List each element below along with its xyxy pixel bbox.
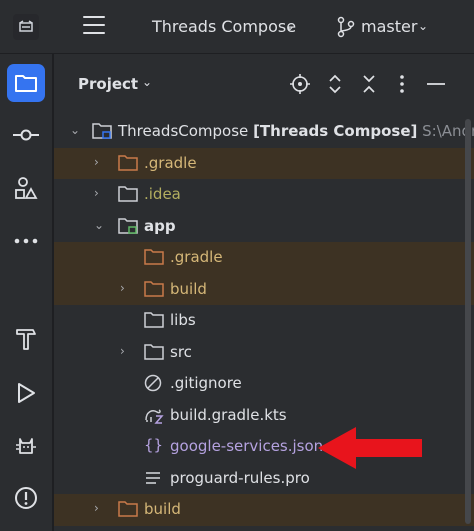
excluded-folder-icon [118, 154, 138, 171]
excluded-folder-icon [144, 280, 164, 297]
android-studio-logo-icon[interactable] [13, 14, 39, 40]
tree-row-gradle[interactable]: › .gradle [54, 147, 474, 179]
module-folder-icon [118, 217, 138, 234]
structure-shapes-icon[interactable] [7, 169, 45, 207]
tree-row-app[interactable]: ⌄ app [54, 211, 474, 243]
tree-row-libs[interactable]: libs [54, 305, 474, 337]
branch-selector[interactable]: master [361, 17, 417, 36]
chevron-right-icon[interactable]: › [94, 155, 108, 171]
expand-all-icon[interactable] [324, 73, 346, 95]
folder-label: .gradle [170, 248, 223, 266]
run-icon[interactable] [7, 374, 45, 412]
tree-row-src[interactable]: › src [54, 337, 474, 369]
locate-file-icon[interactable] [289, 73, 311, 95]
main-menu-icon[interactable] [83, 16, 105, 36]
panel-title[interactable]: Project [78, 75, 138, 93]
project-folder-icon[interactable] [7, 64, 45, 102]
project-selector[interactable]: Threads Compose [152, 17, 296, 36]
json-file-icon: {} [144, 436, 164, 454]
excluded-folder-icon [144, 249, 164, 265]
module-folder-icon [92, 123, 112, 139]
excluded-folder-icon [118, 501, 138, 517]
chevron-right-icon[interactable]: › [94, 501, 108, 517]
folder-label: build [170, 279, 207, 298]
chevron-down-icon[interactable]: ⌄ [418, 19, 428, 33]
problems-icon[interactable] [7, 479, 45, 517]
file-label: build.gradle.kts [170, 405, 287, 424]
chevron-down-icon[interactable]: ⌄ [142, 75, 152, 89]
folder-label: .gradle [144, 153, 197, 172]
build-hammer-icon[interactable] [7, 320, 45, 358]
tree-row-idea[interactable]: › .idea [54, 179, 474, 211]
tool-window-sidebar [0, 54, 53, 531]
tree-row-gitignore[interactable]: .gitignore [54, 368, 474, 400]
minimize-icon[interactable] [425, 73, 447, 95]
tree-row-app-build[interactable]: › build [54, 273, 474, 305]
collapse-all-icon[interactable] [358, 73, 380, 95]
ignore-file-icon [144, 374, 162, 392]
chevron-down-icon[interactable]: ⌄ [285, 19, 295, 33]
top-toolbar: Threads Compose ⌄ master ⌄ [0, 0, 474, 54]
tree-row-build[interactable]: › build [54, 494, 474, 526]
more-tools-icon[interactable] [7, 222, 45, 260]
file-label: google-services.json [170, 437, 324, 455]
file-label: proguard-rules.pro [170, 468, 310, 487]
tree-row-root[interactable]: ⌄ ThreadsCompose [Threads Compose] S:\An… [54, 116, 474, 148]
logcat-icon[interactable] [7, 427, 45, 465]
folder-icon [118, 186, 138, 202]
file-label: .gitignore [170, 374, 242, 392]
folder-icon [144, 343, 164, 360]
chevron-right-icon[interactable]: › [120, 281, 134, 297]
chevron-right-icon[interactable]: › [94, 186, 108, 202]
chevron-down-icon[interactable]: ⌄ [94, 218, 108, 234]
root-module: [Threads Compose] [253, 122, 418, 140]
folder-label: build [144, 500, 181, 518]
root-name: ThreadsCompose [118, 122, 249, 140]
folder-icon [144, 312, 164, 328]
gradle-file-icon [145, 408, 164, 424]
vertical-scrollbar[interactable] [465, 119, 471, 524]
folder-label: src [170, 342, 192, 361]
folder-label: app [144, 216, 176, 235]
chevron-right-icon[interactable]: › [120, 344, 134, 360]
expand-arrow-icon[interactable]: ⌄ [70, 123, 84, 139]
text-file-icon [146, 471, 160, 484]
folder-label: .idea [144, 185, 181, 203]
folder-label: libs [170, 311, 196, 329]
project-panel-header: Project ⌄ [54, 54, 474, 116]
options-menu-icon[interactable] [391, 73, 413, 95]
git-branch-icon[interactable] [336, 16, 356, 38]
commit-icon[interactable] [7, 116, 45, 154]
tree-row-app-gradle[interactable]: .gradle [54, 242, 474, 274]
red-pointer-arrow-icon [318, 427, 422, 469]
